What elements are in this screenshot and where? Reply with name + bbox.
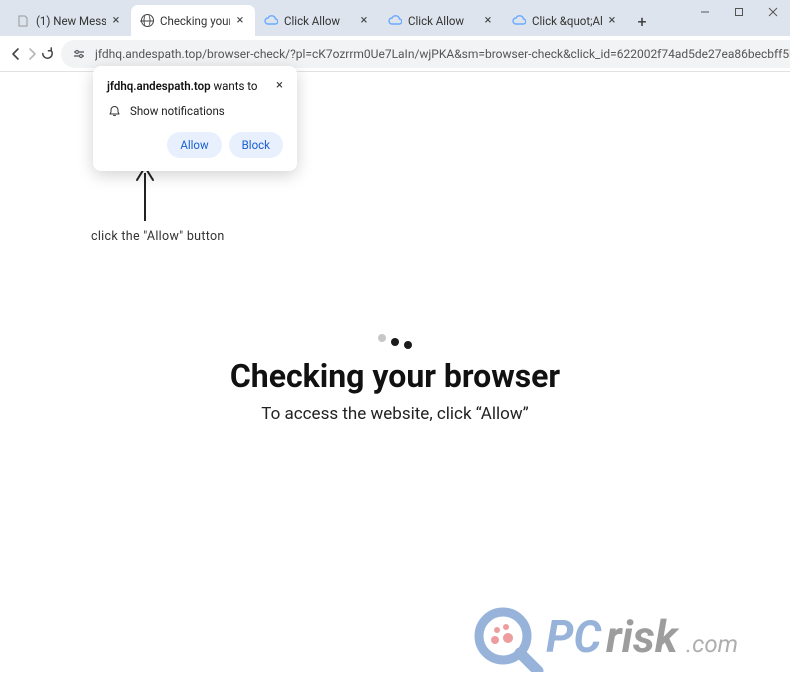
- svg-text:PC: PC: [546, 611, 603, 663]
- address-bar[interactable]: jfdhq.andespath.top/browser-check/?pl=cK…: [61, 40, 790, 68]
- tab-title: (1) New Message!: [36, 14, 106, 28]
- tab-strip: (1) New Message! × Checking your brows ×…: [7, 5, 790, 36]
- reload-button[interactable]: [40, 40, 55, 68]
- tab-1[interactable]: (1) New Message! ×: [7, 5, 131, 36]
- close-icon[interactable]: ×: [276, 79, 283, 92]
- tab-close-icon[interactable]: ×: [109, 14, 123, 28]
- tab-5[interactable]: Click &quot;Allow& ×: [503, 5, 627, 36]
- notification-permission-dialog: jfdhq.andespath.top wants to × Show noti…: [93, 66, 297, 171]
- bell-icon: [107, 104, 121, 118]
- arrow-hint-icon: [130, 165, 160, 223]
- globe-icon: [140, 14, 154, 28]
- watermark: PC risk .com: [468, 600, 768, 676]
- url-text: jfdhq.andespath.top/browser-check/?pl=cK…: [95, 47, 790, 61]
- hint-text: click the "Allow" button: [91, 229, 225, 244]
- window-titlebar: (1) New Message! × Checking your brows ×…: [0, 0, 790, 36]
- svg-text:risk: risk: [606, 611, 680, 663]
- svg-text:.com: .com: [686, 630, 738, 658]
- tab-3[interactable]: Click Allow ×: [255, 5, 379, 36]
- maximize-button[interactable]: [722, 0, 756, 24]
- page-heading: Checking your browser: [230, 357, 560, 395]
- close-window-button[interactable]: [756, 0, 790, 24]
- tab-close-icon[interactable]: ×: [605, 14, 619, 28]
- minimize-button[interactable]: [688, 0, 722, 24]
- new-tab-button[interactable]: +: [629, 8, 655, 34]
- tab-close-icon[interactable]: ×: [233, 14, 247, 28]
- tab-title: Checking your brows: [160, 14, 230, 28]
- permission-option-label: Show notifications: [130, 104, 225, 118]
- tab-title: Click &quot;Allow&: [532, 14, 602, 28]
- window-controls: [688, 0, 790, 24]
- tab-2-active[interactable]: Checking your brows ×: [131, 5, 255, 36]
- forward-button[interactable]: [24, 40, 40, 68]
- cloud-icon: [512, 14, 526, 28]
- back-button[interactable]: [8, 40, 24, 68]
- permission-option-row: Show notifications: [107, 104, 283, 118]
- tab-favicon-icon: [16, 14, 30, 28]
- tab-close-icon[interactable]: ×: [357, 14, 371, 28]
- page-subheading: To access the website, click “Allow”: [261, 404, 528, 424]
- tab-4[interactable]: Click Allow ×: [379, 5, 503, 36]
- cloud-icon: [264, 14, 278, 28]
- allow-button[interactable]: Allow: [167, 132, 221, 158]
- tab-title: Click Allow: [284, 14, 354, 28]
- permission-origin: jfdhq.andespath.top wants to: [107, 79, 258, 93]
- site-info-icon[interactable]: [71, 46, 87, 62]
- loading-spinner-icon: [378, 337, 412, 345]
- tab-title: Click Allow: [408, 14, 478, 28]
- tab-close-icon[interactable]: ×: [481, 14, 495, 28]
- cloud-icon: [388, 14, 402, 28]
- block-button[interactable]: Block: [229, 132, 283, 158]
